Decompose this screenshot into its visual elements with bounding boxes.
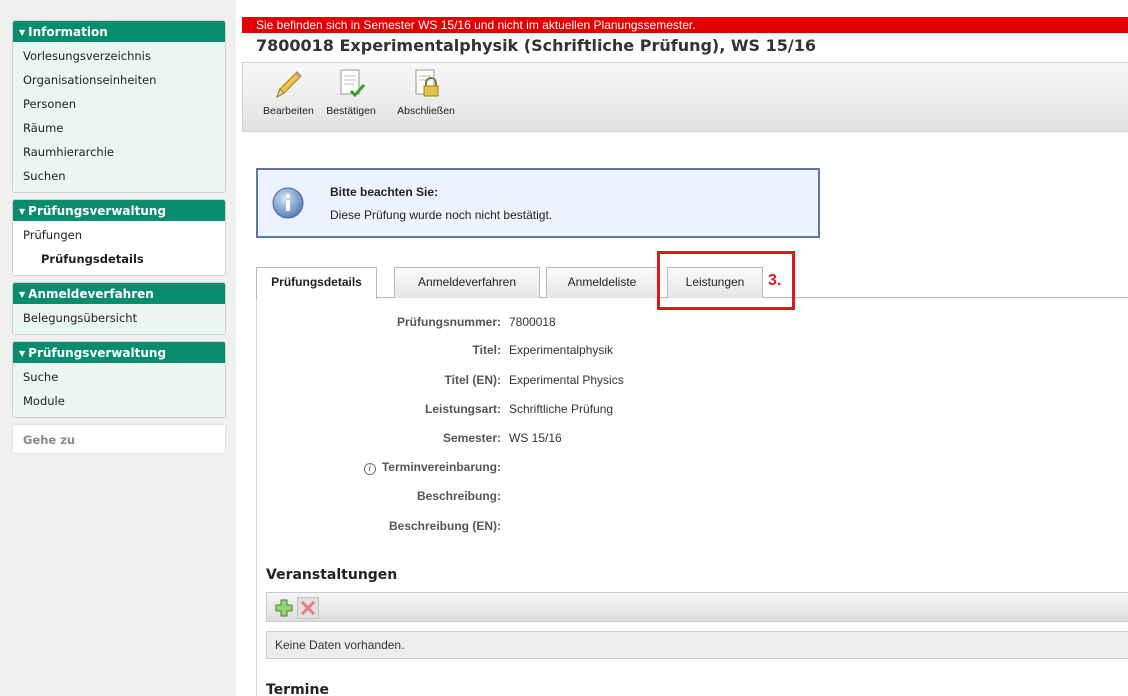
nav-section-title: Prüfungsverwaltung: [28, 204, 167, 218]
goto-panel[interactable]: Gehe zu: [12, 424, 226, 454]
courses-empty-message: Keine Daten vorhanden.: [266, 631, 1128, 659]
detail-row: i Terminvereinbarung:: [257, 460, 857, 480]
edit-button-label: Bearbeiten: [263, 105, 314, 117]
nav-section-information: ▼ Information Vorlesungsverzeichnis Organ…: [12, 20, 226, 193]
confirm-button[interactable]: Bestätigen: [325, 67, 377, 127]
sidebar-item-pruefungsdetails[interactable]: Prüfungsdetails: [13, 247, 225, 271]
courses-section-title: Veranstaltungen: [266, 567, 398, 583]
detail-row: Semester: WS 15/16: [257, 431, 857, 451]
nav-section-title: Anmeldeverfahren: [28, 287, 154, 301]
delete-button[interactable]: [297, 597, 319, 619]
dates-section-title: Termine: [266, 682, 329, 696]
sidebar: ▼ Information Vorlesungsverzeichnis Organ…: [0, 0, 236, 696]
sidebar-item-suche[interactable]: Suche: [13, 365, 225, 389]
sidebar-item-belegungsuebersicht[interactable]: Belegungsübersicht: [13, 306, 225, 330]
nav-section-title: Prüfungsverwaltung: [28, 346, 167, 360]
collapse-triangle-icon: ▼: [19, 349, 26, 358]
edit-button[interactable]: Bearbeiten: [263, 67, 314, 127]
courses-grid-toolbar: [266, 592, 1128, 622]
close-exam-button-label: Abschließen: [397, 105, 455, 117]
toolbar: Bearbeiten Bestätigen Abschließen: [242, 62, 1128, 132]
detail-label: Titel:: [472, 343, 501, 357]
sidebar-item-raumhierarchie[interactable]: Raumhierarchie: [13, 140, 225, 164]
pencil-icon: [276, 71, 302, 99]
sidebar-item-vorlesungsverzeichnis[interactable]: Vorlesungsverzeichnis: [13, 44, 225, 68]
tab-pruefungsdetails[interactable]: Prüfungsdetails: [256, 267, 377, 299]
annotation-step-number: 3.: [768, 272, 782, 289]
collapse-triangle-icon: ▼: [19, 290, 26, 299]
sidebar-item-module[interactable]: Module: [13, 389, 225, 413]
detail-label: Prüfungsnummer:: [396, 315, 501, 329]
confirm-button-label: Bestätigen: [326, 105, 376, 117]
sidebar-item-pruefungen[interactable]: Prüfungen: [13, 223, 225, 247]
nav-section-anmeldeverfahren: ▼ Anmeldeverfahren Belegungsübersicht: [12, 282, 226, 335]
tab-anmeldeverfahren[interactable]: Anmeldeverfahren: [394, 267, 540, 298]
detail-value: 7800018: [509, 315, 556, 329]
notice-title: Bitte beachten Sie:: [330, 185, 439, 199]
sidebar-item-personen[interactable]: Personen: [13, 92, 225, 116]
notice-box: Bitte beachten Sie: Diese Prüfung wurde …: [256, 168, 820, 238]
detail-value: Experimental Physics: [509, 373, 624, 387]
detail-label: Titel (EN):: [444, 373, 501, 387]
detail-row: Titel (EN): Experimental Physics: [257, 373, 857, 393]
detail-label: Terminvereinbarung:: [381, 460, 501, 474]
detail-value: Experimentalphysik: [509, 343, 614, 357]
detail-label: Beschreibung (EN):: [388, 519, 501, 533]
page-title: 7800018 Experimentalphysik (Schriftliche…: [256, 36, 817, 55]
nav-section-header[interactable]: ▼ Information: [13, 21, 225, 42]
add-button[interactable]: [273, 597, 295, 619]
notice-text: Diese Prüfung wurde noch nicht bestätigt…: [330, 208, 553, 222]
detail-value: Schriftliche Prüfung: [509, 402, 614, 416]
main-content: Sie befinden sich in Semester WS 15/16 u…: [236, 0, 1128, 696]
sidebar-item-suchen[interactable]: Suchen: [13, 164, 225, 188]
close-exam-button[interactable]: Abschließen: [391, 67, 461, 127]
sidebar-item-organisationseinheiten[interactable]: Organisationseinheiten: [13, 68, 225, 92]
nav-section-header[interactable]: ▼ Prüfungsverwaltung: [13, 342, 225, 363]
collapse-triangle-icon: ▼: [19, 207, 26, 216]
info-tooltip-icon[interactable]: i: [363, 463, 376, 475]
detail-row: Titel: Experimentalphysik: [257, 343, 857, 363]
sidebar-item-raeume[interactable]: Räume: [13, 116, 225, 140]
detail-label: Beschreibung:: [416, 489, 501, 503]
semester-warning-banner: Sie befinden sich in Semester WS 15/16 u…: [242, 17, 1128, 33]
nav-section-title: Information: [28, 25, 108, 39]
nav-section-pruefungsverwaltung-2: ▼ Prüfungsverwaltung Suche Module: [12, 341, 226, 418]
detail-value: WS 15/16: [509, 431, 562, 445]
detail-label: Semester:: [442, 431, 501, 445]
detail-row: Leistungsart: Schriftliche Prüfung: [257, 402, 857, 422]
nav-section-header[interactable]: ▼ Anmeldeverfahren: [13, 283, 225, 304]
detail-row: Prüfungsnummer: 7800018: [257, 315, 857, 335]
delete-x-icon: [300, 600, 316, 616]
info-icon: [272, 187, 304, 219]
collapse-triangle-icon: ▼: [19, 28, 26, 37]
document-lock-icon: [415, 69, 439, 97]
document-check-icon: [340, 69, 366, 98]
detail-label-with-tooltip: i Terminvereinbarung:: [363, 460, 501, 475]
detail-row: Beschreibung (EN):: [257, 519, 857, 539]
tab-anmeldeliste[interactable]: Anmeldeliste: [546, 267, 658, 298]
nav-section-header[interactable]: ▼ Prüfungsverwaltung: [13, 200, 225, 221]
nav-section-pruefungsverwaltung: ▼ Prüfungsverwaltung Prüfungen Prüfungsde…: [12, 199, 226, 276]
detail-label: Leistungsart:: [424, 402, 501, 416]
detail-row: Beschreibung:: [257, 489, 857, 509]
plus-icon: [275, 599, 293, 617]
